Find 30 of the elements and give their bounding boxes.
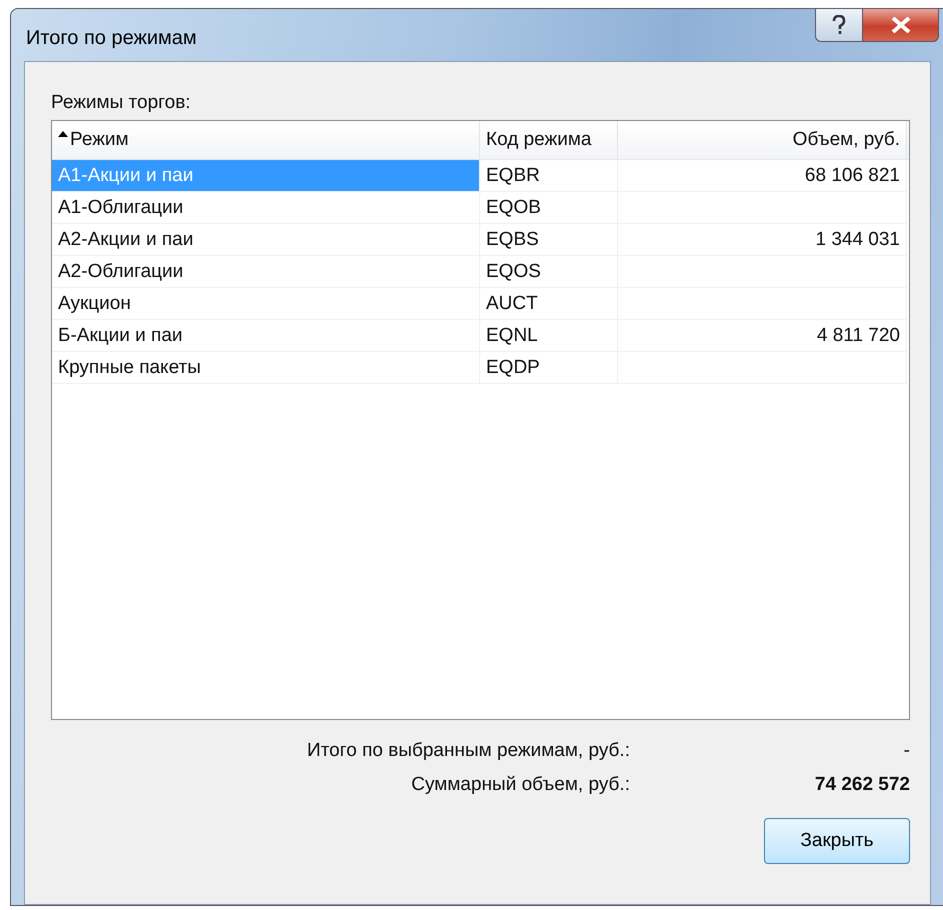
table-cell[interactable]: EQOS (480, 256, 618, 288)
table-cell[interactable]: EQDP (480, 352, 618, 384)
total-value: - (904, 740, 910, 762)
table-cell[interactable]: 68 106 821 (618, 160, 907, 192)
help-icon (832, 15, 846, 35)
table-cell[interactable]: Крупные пакеты (52, 352, 480, 384)
table-cell[interactable]: 4 811 720 (618, 320, 907, 352)
table-cell[interactable]: Аукцион (52, 288, 480, 320)
window-title: Итого по режимам (26, 27, 197, 50)
total-value: 74 262 572 (814, 774, 910, 796)
table-cell[interactable]: EQOB (480, 192, 618, 224)
total-label: Итого по выбранным режимам, руб.: (307, 740, 630, 762)
total-label: Суммарный объем, руб.: (411, 774, 630, 796)
table-cell[interactable]: Б-Акции и паи (52, 320, 480, 352)
table-cell[interactable]: EQNL (480, 320, 618, 352)
table-cell[interactable]: А1-Облигации (52, 192, 480, 224)
help-button[interactable] (815, 8, 863, 42)
column-header[interactable]: Объем, руб. (618, 121, 907, 159)
table-cell[interactable]: А2-Акции и паи (52, 224, 480, 256)
table-cell[interactable]: EQBR (480, 160, 618, 192)
column-header[interactable]: Код режима (480, 121, 618, 159)
close-dialog-button[interactable]: Закрыть (764, 818, 910, 864)
table-cell[interactable]: EQBS (480, 224, 618, 256)
column-header[interactable]: Режим (52, 121, 480, 159)
close-button[interactable] (863, 8, 939, 42)
table-cell[interactable]: 1 344 031 (618, 224, 907, 256)
table-cell[interactable]: А2-Облигации (52, 256, 480, 288)
close-icon (890, 17, 910, 33)
list-label: Режимы торгов: (51, 92, 192, 114)
table-cell[interactable]: AUCT (480, 288, 618, 320)
